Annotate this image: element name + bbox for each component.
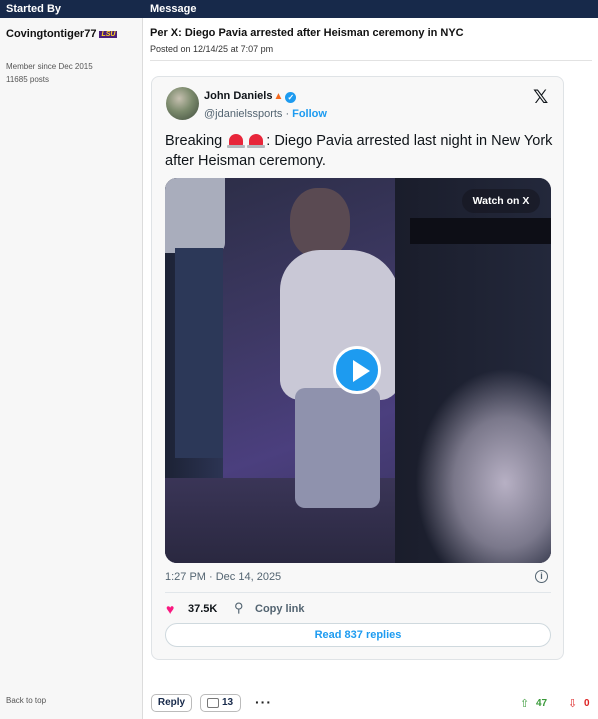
author-username[interactable]: Covingtontiger77 — [6, 28, 96, 40]
tweet-avatar[interactable] — [166, 87, 199, 120]
downvote-count: 0 — [584, 698, 590, 709]
video-frame-detail — [410, 218, 551, 244]
separator-dot: · — [285, 108, 290, 120]
table-header: Started By Message — [0, 0, 598, 18]
tweet-timestamp[interactable]: 1:27 PM · Dec 14, 2025 — [165, 571, 281, 583]
post-title: Per X: Diego Pavia arrested after Heisma… — [150, 27, 464, 39]
tweet-video[interactable]: Watch on X — [165, 178, 551, 563]
tweet-author-name[interactable]: John Daniels▲ ✓ — [204, 90, 297, 103]
video-frame-detail — [290, 188, 350, 258]
thumbs-up-icon[interactable]: ⇧ — [520, 697, 529, 710]
watch-on-x-button[interactable]: Watch on X — [462, 189, 540, 213]
tweet-text: Breaking : Diego Pavia arrested last nig… — [165, 131, 555, 171]
tweet-text-start: Breaking — [165, 133, 223, 149]
siren-icon — [227, 134, 246, 148]
author-info: Covingtontiger77 LSU — [6, 28, 118, 40]
team-flair-icon: LSU — [99, 31, 118, 38]
tweet-divider — [165, 592, 551, 593]
embedded-tweet[interactable]: John Daniels▲ ✓ @jdanielssports · Follow 𝕏 … — [151, 76, 564, 660]
fire-icon: ▲ — [273, 91, 284, 102]
link-icon[interactable]: ⚲ — [234, 600, 244, 616]
x-logo-icon[interactable]: 𝕏 — [533, 86, 548, 108]
comment-count: 13 — [222, 697, 234, 708]
video-frame-detail — [175, 248, 223, 458]
comment-icon — [207, 698, 219, 708]
info-icon[interactable]: i — [535, 570, 548, 583]
tweet-handle[interactable]: @jdanielssports — [204, 108, 282, 120]
message-header: Message — [150, 3, 197, 15]
post-date: Posted on 12/14/25 at 7:07 pm — [150, 44, 274, 54]
thumbs-down-icon[interactable]: ⇩ — [568, 697, 577, 710]
divider — [150, 60, 592, 61]
member-since: Member since Dec 2015 — [6, 62, 93, 71]
tweet-handle-row: @jdanielssports · Follow — [204, 108, 327, 120]
tweet-text-rest: : Diego Pavia arrested last night in New… — [165, 133, 553, 169]
more-options-icon[interactable]: ··· — [255, 694, 272, 710]
post-count: 11685 posts — [6, 75, 49, 84]
verified-icon: ✓ — [285, 92, 297, 103]
like-count[interactable]: 37.5K — [188, 603, 217, 615]
back-to-top-link[interactable]: Back to top — [6, 696, 46, 705]
siren-icon — [247, 134, 266, 148]
author-column: Covingtontiger77 LSU Member since Dec 201… — [0, 18, 143, 719]
tweet-body: John Daniels▲ ✓ @jdanielssports · Follow 𝕏 … — [152, 77, 563, 659]
tweet-display-name: John Daniels — [204, 90, 273, 102]
read-replies-button[interactable]: Read 837 replies — [165, 623, 551, 647]
started-by-header: Started By — [6, 3, 62, 15]
upvote-count: 47 — [536, 698, 548, 709]
video-frame-detail — [165, 178, 225, 253]
reply-button[interactable]: Reply — [151, 694, 192, 712]
follow-link[interactable]: Follow — [292, 108, 327, 120]
play-icon[interactable] — [333, 346, 381, 394]
comments-button[interactable]: 13 — [200, 694, 241, 712]
copy-link-button[interactable]: Copy link — [255, 603, 305, 615]
video-frame-detail — [415, 368, 551, 563]
heart-icon[interactable]: ♥ — [166, 601, 174, 617]
video-frame-detail — [295, 388, 380, 508]
